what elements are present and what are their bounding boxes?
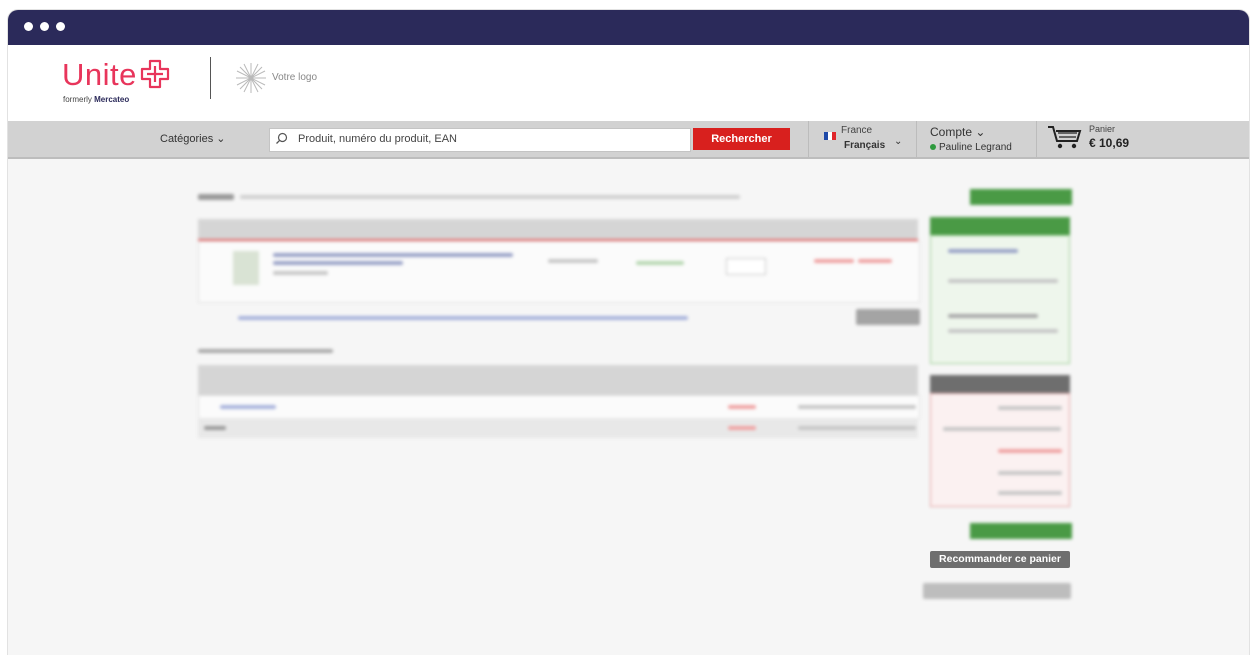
search-placeholder: Produit, numéro du produit, EAN [298, 133, 457, 145]
product-ref-placeholder [273, 271, 328, 275]
client-logo-icon [233, 60, 269, 101]
user-name: Pauline Legrand [939, 142, 1012, 153]
offer-detail-placeholder [948, 279, 1058, 283]
france-flag-icon [824, 127, 836, 140]
brand-subtitle: formerly Mercateo [63, 95, 130, 104]
online-status-icon [930, 144, 936, 151]
validate-cart-placeholder [970, 189, 1072, 205]
quantity-field [726, 258, 766, 275]
chevron-down-icon: ⌄ [975, 125, 986, 139]
account-menu[interactable]: Compte ⌄ Pauline Legrand [930, 125, 1030, 155]
manufacturer-placeholder [548, 259, 598, 263]
summary-line-placeholder [998, 471, 1062, 475]
language-name: Français [844, 140, 886, 151]
offer-option-placeholder [948, 249, 1018, 253]
price-placeholder [814, 259, 854, 263]
categories-menu[interactable]: Catégories ⌄ [160, 132, 225, 145]
product-title-placeholder [273, 253, 513, 257]
summary-line-placeholder [998, 449, 1062, 453]
nav-divider [1036, 121, 1037, 157]
warehouse-table-header [198, 365, 918, 395]
account-label: Compte [930, 125, 973, 139]
warehouse-total-placeholder [204, 426, 226, 430]
brand-name[interactable]: Unite [62, 57, 137, 93]
client-logo-label: Votre logo [272, 72, 318, 83]
window-minimize-dot[interactable] [40, 22, 49, 31]
product-thumbnail [233, 251, 259, 285]
account-user: Pauline Legrand [930, 142, 1012, 153]
offers-panel [930, 235, 1070, 364]
delivery-placeholder [636, 261, 684, 265]
summary-panel-header [930, 375, 1070, 393]
cart-button[interactable]: Panier € 10,69 [1046, 124, 1146, 154]
logo-divider [210, 57, 211, 99]
cart-heading-placeholder [198, 194, 234, 200]
cart-note-placeholder [238, 316, 688, 320]
cart-table-header [198, 219, 918, 239]
validate-cart-placeholder [970, 523, 1072, 539]
chevron-down-icon: ⌄ [894, 136, 903, 147]
site-header: Unite formerly Mercateo Votre logo [8, 45, 1249, 121]
offer-option-placeholder [948, 314, 1038, 318]
window-maximize-dot[interactable] [56, 22, 65, 31]
product-title-placeholder [273, 261, 403, 265]
warehouse-price-placeholder [728, 405, 756, 409]
cart-label: Panier [1089, 124, 1116, 134]
window-titlebar [8, 10, 1249, 45]
cart-intro-placeholder [240, 195, 740, 199]
search-icon [275, 132, 288, 150]
country-language-selector[interactable]: France Français ⌄ [824, 124, 904, 154]
total-placeholder [858, 259, 892, 263]
chevron-down-icon: ⌄ [216, 133, 226, 145]
recommend-cart-button[interactable]: Recommander ce panier [930, 551, 1070, 568]
offers-panel-header [930, 217, 1070, 235]
warehouse-values-placeholder [798, 405, 916, 409]
secondary-action-placeholder [923, 583, 1071, 599]
summary-line-placeholder [943, 427, 1061, 431]
nav-divider [916, 121, 917, 157]
account-label-row: Compte ⌄ [930, 125, 1030, 139]
categories-label: Catégories [160, 133, 214, 145]
summary-line-placeholder [998, 406, 1062, 410]
main-navbar: Catégories ⌄ Produit, numéro du produit,… [8, 121, 1249, 159]
shopping-cart-icon [1046, 124, 1084, 155]
search-button[interactable]: Rechercher [693, 128, 790, 150]
cart-total: € 10,69 [1089, 136, 1130, 150]
country-name: France [841, 125, 873, 136]
cart-page-content: Recommander ce panier [8, 159, 1249, 655]
warehouse-total-values-placeholder [798, 426, 916, 430]
brand-mark-icon [138, 57, 172, 96]
offer-detail-placeholder [948, 329, 1058, 333]
recalculate-placeholder [856, 309, 920, 325]
window-close-dot[interactable] [24, 22, 33, 31]
summary-line-placeholder [998, 491, 1062, 495]
warehouse-name-placeholder [220, 405, 276, 409]
search-input[interactable]: Produit, numéro du produit, EAN [269, 128, 691, 152]
warehouse-heading-placeholder [198, 349, 333, 353]
browser-window: Unite formerly Mercateo Votre logo Catég… [8, 10, 1249, 655]
nav-divider [808, 121, 809, 157]
warehouse-total-price-placeholder [728, 426, 756, 430]
